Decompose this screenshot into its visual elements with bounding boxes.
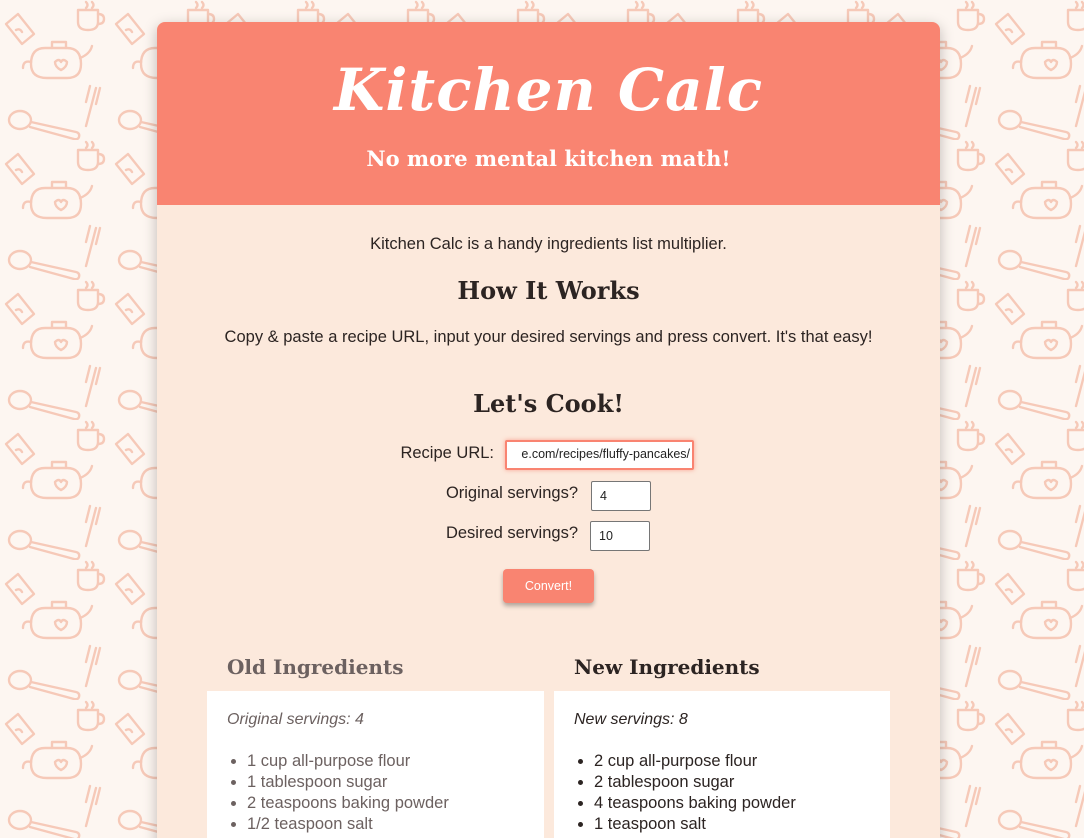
new-ingredients-list: 2 cup all-purpose flour 2 tablespoon sug… <box>574 751 870 835</box>
original-servings-note: Original servings: 4 <box>227 711 364 728</box>
list-item: 1/2 teaspoon salt <box>247 814 524 835</box>
list-item: 2 tablespoon sugar <box>594 772 870 793</box>
new-servings-note: New servings: 8 <box>574 711 688 728</box>
desired-servings-input[interactable]: 10 <box>590 521 650 551</box>
list-item: 1 teaspoon salt <box>594 814 870 835</box>
list-item: 2 teaspoons baking powder <box>247 793 524 814</box>
original-servings-label: Original servings? <box>445 484 578 502</box>
desired-servings-label: Desired servings? <box>445 524 578 542</box>
old-ingredients-panel: Original servings: 4 1 cup all-purpose f… <box>207 691 544 838</box>
list-item: 1 tablespoon sugar <box>247 772 524 793</box>
list-item: 4 teaspoons baking powder <box>594 793 870 814</box>
old-ingredients-title: Old Ingredients <box>227 655 404 679</box>
recipe-url-label: Recipe URL: <box>400 444 494 462</box>
how-it-works-title: How It Works <box>457 276 640 305</box>
intro-text: Kitchen Calc is a handy ingredients list… <box>370 235 727 253</box>
original-servings-input[interactable]: 4 <box>591 481 651 511</box>
recipe-url-input[interactable]: e.com/recipes/fluffy-pancakes/ <box>505 440 694 470</box>
convert-button[interactable]: Convert! <box>503 569 594 603</box>
list-item: 1 cup all-purpose flour <box>247 751 524 772</box>
new-ingredients-title: New Ingredients <box>574 655 760 679</box>
content-layer: Kitchen Calc is a handy ingredients list… <box>157 22 940 838</box>
lets-cook-title: Let's Cook! <box>473 389 624 418</box>
new-ingredients-panel: New servings: 8 2 cup all-purpose flour … <box>554 691 890 838</box>
how-it-works-text: Copy & paste a recipe URL, input your de… <box>224 328 873 346</box>
old-ingredients-list: 1 cup all-purpose flour 1 tablespoon sug… <box>227 751 524 835</box>
list-item: 2 cup all-purpose flour <box>594 751 870 772</box>
